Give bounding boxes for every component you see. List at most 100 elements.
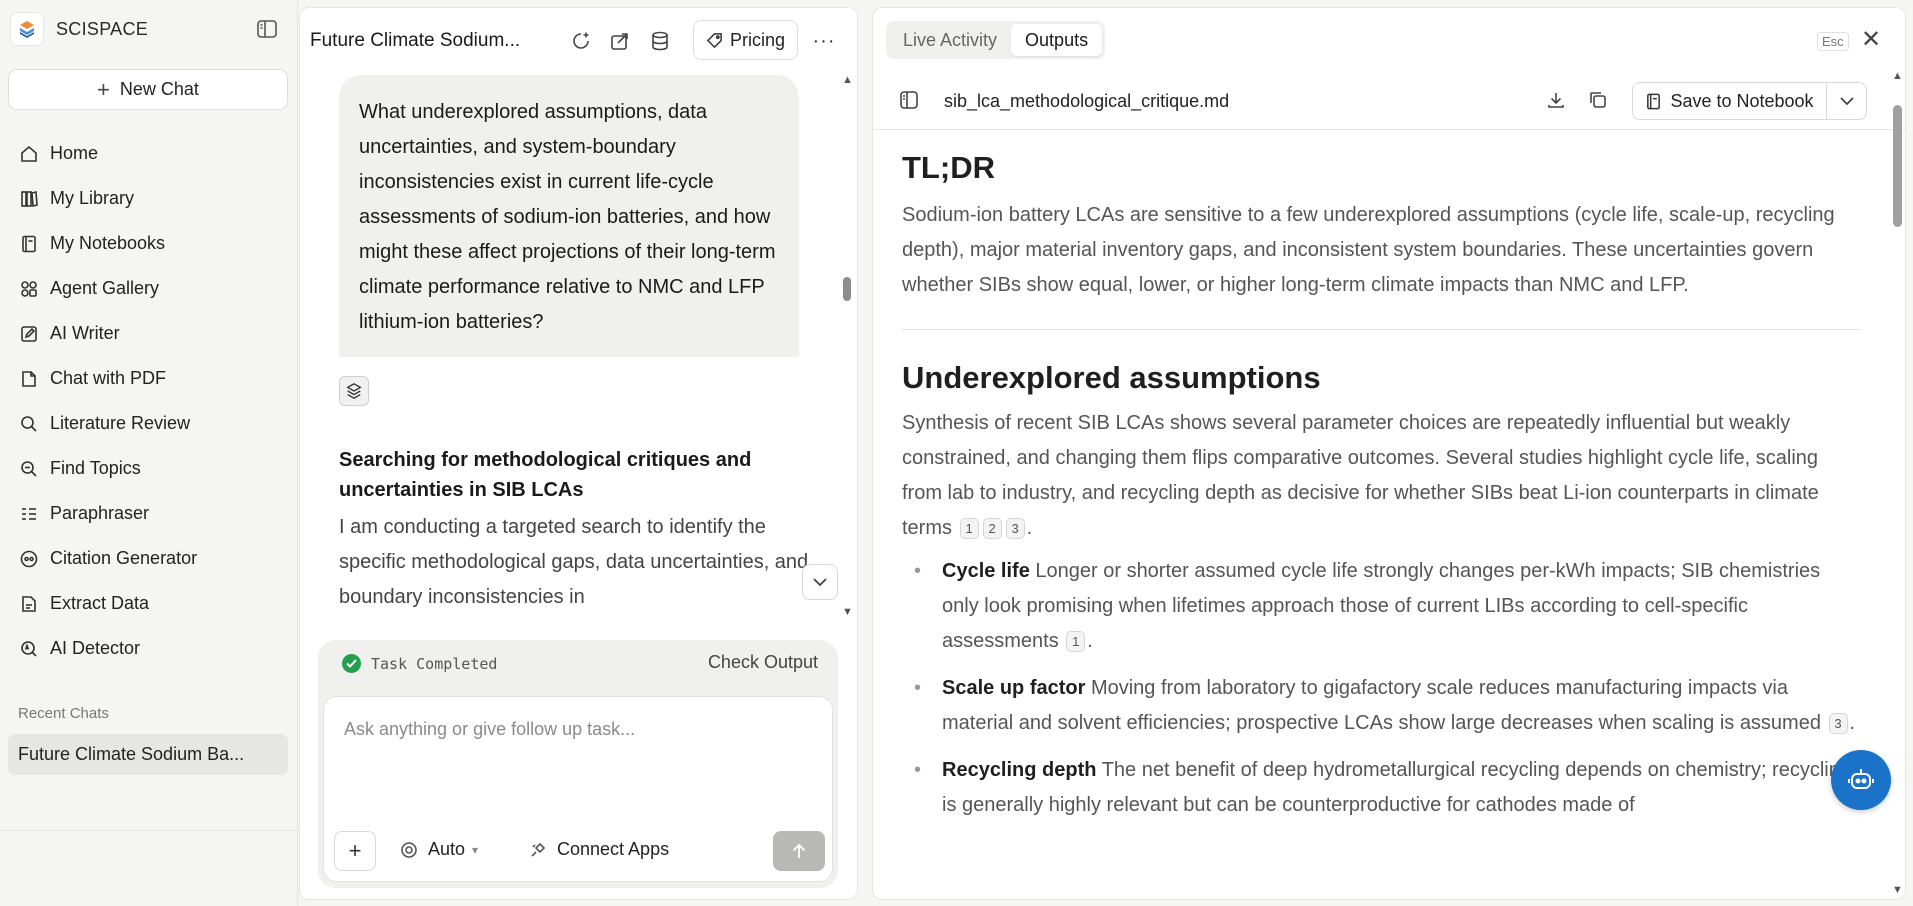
copy-icon[interactable] <box>1588 90 1608 115</box>
list-item: Cycle life Longer or shorter assumed cyc… <box>902 554 1860 659</box>
citation-badge[interactable]: 3 <box>1828 713 1848 735</box>
bullet-term: Cycle life <box>942 560 1030 582</box>
sidebar-item-paraphraser[interactable]: Paraphraser <box>18 491 288 536</box>
agent-step-body: I am conducting a targeted search to ide… <box>339 516 809 608</box>
close-icon[interactable]: ✕ <box>1861 28 1881 52</box>
agents-icon <box>18 278 40 300</box>
plus-icon: + <box>97 76 110 102</box>
database-icon[interactable] <box>647 28 673 54</box>
save-options-dropdown[interactable] <box>1826 82 1867 120</box>
markdown-document: TL;DR Sodium-ion battery LCAs are sensit… <box>902 148 1860 835</box>
sidebar-item-citation-generator[interactable]: Citation Generator <box>18 536 288 581</box>
sidebar-item-literature-review[interactable]: Literature Review <box>18 401 288 446</box>
citation-badge[interactable]: 2 <box>982 518 1002 540</box>
bullet-term: Scale up factor <box>942 677 1086 699</box>
section-paragraph-text: Synthesis of recent SIB LCAs shows sever… <box>902 412 1819 539</box>
attach-plus-button[interactable]: + <box>334 831 376 871</box>
divider <box>902 329 1860 330</box>
citation-badge[interactable]: 1 <box>1066 631 1086 653</box>
composer: + Auto ▾ Connect Apps <box>323 696 833 882</box>
new-chat-button[interactable]: + New Chat <box>8 69 288 110</box>
chat-title[interactable]: Future Climate Sodium... <box>310 30 520 52</box>
support-chat-button[interactable] <box>1831 750 1891 810</box>
user-message: What underexplored assumptions, data unc… <box>339 75 799 357</box>
chat-header: Future Climate Sodium... Pricing ··· <box>300 8 857 72</box>
scroll-down-arrow-icon[interactable]: ▼ <box>842 606 853 618</box>
sidebar-item-label: My Notebooks <box>50 233 166 253</box>
panel-toggle-icon[interactable] <box>900 91 918 114</box>
download-icon[interactable] <box>1546 90 1566 115</box>
agent-avatar-icon <box>339 376 369 406</box>
sidebar-item-label: Agent Gallery <box>50 278 160 298</box>
scroll-down-arrow-icon[interactable]: ▼ <box>1892 884 1903 896</box>
message-input[interactable] <box>344 719 804 740</box>
tab-live-activity[interactable]: Live Activity <box>889 24 1011 56</box>
detector-icon <box>18 638 40 660</box>
sidebar-nav: Home My Library My Notebooks Agent Galle… <box>18 131 288 671</box>
new-thread-icon[interactable] <box>568 28 594 54</box>
support-bot-icon <box>1848 769 1874 789</box>
pdf-icon <box>18 368 40 390</box>
save-to-notebook-button[interactable]: Save to Notebook <box>1632 82 1827 120</box>
scrollbar-thumb[interactable] <box>1893 105 1902 227</box>
home-icon <box>18 143 40 165</box>
chevron-down-icon: ▾ <box>472 842 479 857</box>
new-chat-label: New Chat <box>119 79 199 99</box>
sidebar-collapse-icon[interactable] <box>256 18 278 40</box>
connect-apps-button[interactable]: Connect Apps <box>529 839 669 860</box>
outputs-scrollbar[interactable]: ▲ ▼ <box>1890 70 1904 899</box>
pricing-button[interactable]: Pricing <box>693 20 798 60</box>
sidebar-item-home[interactable]: Home <box>18 131 288 176</box>
more-options-icon[interactable]: ··· <box>810 28 838 54</box>
sidebar-item-extract-data[interactable]: Extract Data <box>18 581 288 626</box>
scroll-up-arrow-icon[interactable]: ▲ <box>842 74 853 86</box>
sidebar-item-label: AI Writer <box>50 323 120 343</box>
sidebar-item-my-library[interactable]: My Library <box>18 176 288 221</box>
notebook-icon <box>1647 93 1661 109</box>
paraphrase-icon <box>18 503 40 525</box>
sidebar-item-label: Citation Generator <box>50 548 198 568</box>
topics-icon <box>18 458 40 480</box>
sidebar-item-chat-with-pdf[interactable]: Chat with PDF <box>18 356 288 401</box>
mode-select[interactable]: Auto ▾ <box>400 839 478 860</box>
file-toolbar: sib_lca_methodological_critique.md Save … <box>873 72 1905 130</box>
connect-apps-label: Connect Apps <box>557 839 670 859</box>
send-button[interactable] <box>773 831 825 871</box>
brand-name: SCISPACE <box>56 18 149 39</box>
sidebar-item-agent-gallery[interactable]: Agent Gallery <box>18 266 288 311</box>
tag-icon <box>706 32 722 48</box>
tab-outputs[interactable]: Outputs <box>1011 24 1103 56</box>
scrollbar-thumb[interactable] <box>843 277 851 301</box>
chat-scrollbar[interactable]: ▲ ▼ <box>840 74 854 618</box>
sidebar-item-label: My Library <box>50 188 135 208</box>
brand[interactable]: SCISPACE <box>10 12 148 46</box>
share-icon[interactable] <box>607 28 633 54</box>
sidebar-item-label: Literature Review <box>50 413 191 433</box>
output-tabs: Live Activity Outputs <box>886 21 1106 59</box>
tldr-paragraph: Sodium-ion battery LCAs are sensitive to… <box>902 204 1835 296</box>
sidebar-item-ai-writer[interactable]: AI Writer <box>18 311 288 356</box>
mode-label: Auto <box>428 839 466 859</box>
task-status: Task Completed <box>342 654 497 673</box>
sidebar-item-my-notebooks[interactable]: My Notebooks <box>18 221 288 266</box>
pen-icon <box>18 323 40 345</box>
chevron-down-icon <box>1839 96 1854 105</box>
gear-icon <box>401 841 417 858</box>
plug-icon <box>531 842 546 857</box>
outputs-panel: Live Activity Outputs Esc ✕ sib_lca_meth… <box>872 7 1906 900</box>
recent-chat-item[interactable]: Future Climate Sodium Ba... <box>8 734 288 775</box>
check-output-button[interactable]: Check Output <box>708 652 818 673</box>
scroll-to-bottom-button[interactable] <box>802 564 838 600</box>
section-heading: Underexplored assumptions <box>902 360 1321 395</box>
chat-panel: Future Climate Sodium... Pricing ··· Wha… <box>299 7 858 900</box>
scispace-logo-icon <box>10 12 44 46</box>
citation-badge[interactable]: 3 <box>1005 518 1025 540</box>
sidebar-item-ai-detector[interactable]: AI Detector <box>18 626 288 671</box>
list-item: Recycling depth The net benefit of deep … <box>902 753 1860 823</box>
citation-badge[interactable]: 1 <box>959 518 979 540</box>
search-icon <box>18 413 40 435</box>
sidebar-item-find-topics[interactable]: Find Topics <box>18 446 288 491</box>
section-paragraph: Synthesis of recent SIB LCAs shows sever… <box>902 412 1819 540</box>
scroll-up-arrow-icon[interactable]: ▲ <box>1892 70 1903 82</box>
sidebar-item-label: Find Topics <box>50 458 141 478</box>
